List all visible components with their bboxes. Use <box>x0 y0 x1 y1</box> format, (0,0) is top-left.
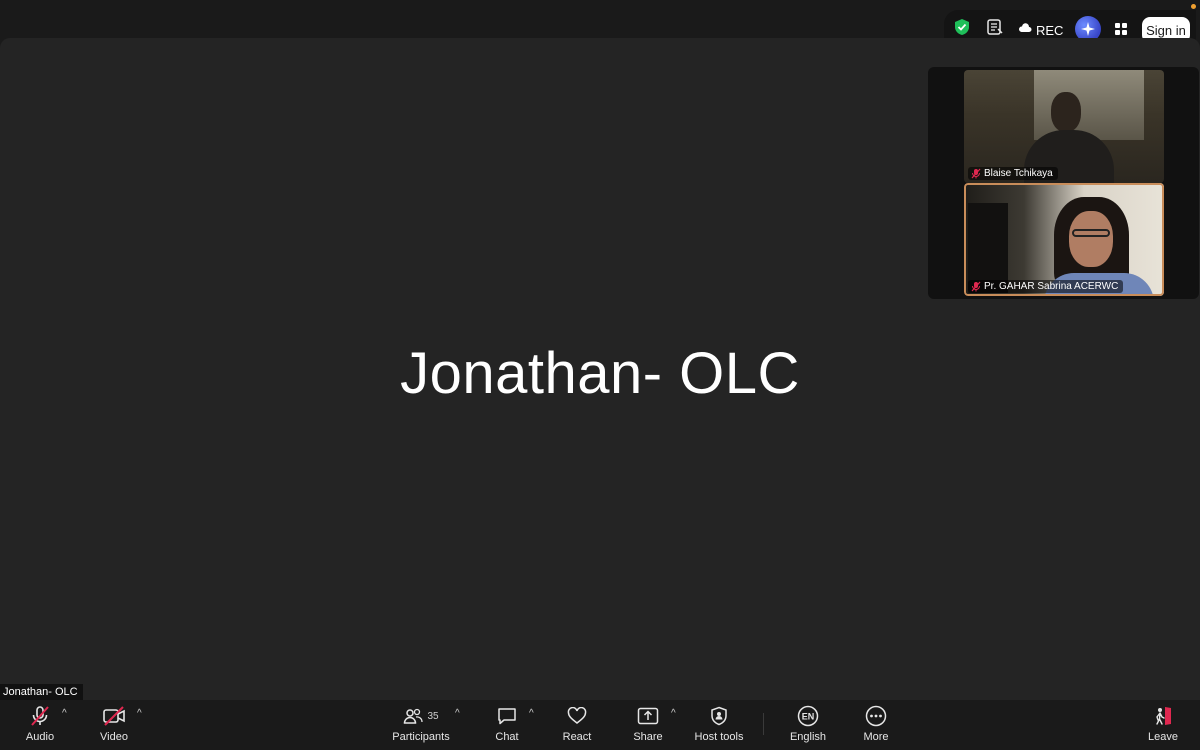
apps-icon[interactable] <box>1114 22 1128 36</box>
participants-label: Participants <box>392 731 450 743</box>
video-options-caret-icon[interactable]: ^ <box>137 708 142 719</box>
share-options-caret-icon[interactable]: ^ <box>671 708 676 719</box>
video-label: Video <box>100 731 128 743</box>
more-label: More <box>863 731 889 743</box>
more-icon <box>865 705 887 727</box>
mic-muted-icon <box>971 168 981 179</box>
recording-indicator-dot <box>1191 4 1196 9</box>
participant-name-label: Blaise Tchikaya <box>968 167 1058 180</box>
chat-icon <box>498 708 516 725</box>
meeting-toolbar: Audio ^ Video ^ 35 Participants ^ Chat ^… <box>0 700 1200 750</box>
participant-count: 35 <box>427 710 439 722</box>
participant-name-label: Pr. GAHAR Sabrina ACERWC <box>968 280 1124 293</box>
participant-name: Pr. GAHAR Sabrina ACERWC <box>984 281 1119 292</box>
heart-icon <box>567 707 587 724</box>
cloud-icon <box>1018 22 1032 34</box>
top-bar: REC Sign in <box>0 0 1200 50</box>
participants-icon <box>404 708 424 724</box>
leave-door-icon <box>1156 707 1171 725</box>
host-tools-label: Host tools <box>694 731 744 743</box>
share-label: Share <box>633 731 663 743</box>
video-off-icon <box>103 706 125 726</box>
chat-button[interactable]: Chat <box>490 700 524 750</box>
language-icon: EN <box>797 705 819 727</box>
leave-button[interactable]: Leave <box>1146 700 1180 750</box>
share-screen-icon <box>637 707 659 725</box>
audio-label: Audio <box>25 731 55 743</box>
react-label: React <box>562 731 592 743</box>
audio-button[interactable]: Audio <box>20 700 60 750</box>
language-badge: EN <box>802 712 815 722</box>
audio-options-caret-icon[interactable]: ^ <box>62 708 67 719</box>
leave-label: Leave <box>1148 731 1178 743</box>
toolbar-divider <box>763 713 764 735</box>
speaker-name-tag: Jonathan- OLC <box>0 684 83 700</box>
participants-options-caret-icon[interactable]: ^ <box>455 708 460 719</box>
active-speaker-name: Jonathan- OLC <box>400 341 800 406</box>
mic-muted-icon <box>971 281 981 292</box>
host-tools-button[interactable]: Host tools <box>694 700 744 750</box>
react-button[interactable]: React <box>560 700 594 750</box>
language-label: English <box>789 731 827 743</box>
video-button[interactable]: Video <box>94 700 134 750</box>
chat-label: Chat <box>495 731 519 743</box>
notes-icon[interactable] <box>986 18 1004 36</box>
language-button[interactable]: EN English <box>788 700 828 750</box>
shield-check-icon[interactable] <box>954 18 970 36</box>
participant-name: Blaise Tchikaya <box>984 168 1053 179</box>
participant-tile[interactable]: Blaise Tchikaya <box>964 70 1164 183</box>
rec-label[interactable]: REC <box>1036 23 1063 38</box>
participants-button[interactable]: 35 Participants <box>390 700 452 750</box>
more-button[interactable]: More <box>858 700 894 750</box>
chat-options-caret-icon[interactable]: ^ <box>529 708 534 719</box>
share-button[interactable]: Share <box>630 700 666 750</box>
participant-tile[interactable]: Pr. GAHAR Sabrina ACERWC <box>964 183 1164 296</box>
mic-muted-icon <box>31 706 49 726</box>
participant-gallery[interactable]: Blaise Tchikaya Pr. GAHAR Sabrina ACERWC <box>928 67 1199 299</box>
host-tools-shield-icon <box>711 706 727 726</box>
